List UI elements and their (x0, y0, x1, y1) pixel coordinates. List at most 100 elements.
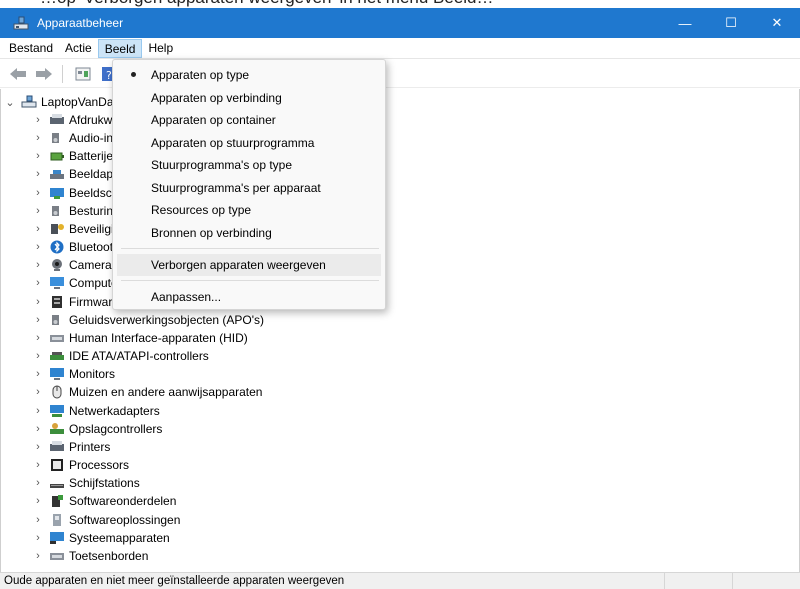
chevron-right-icon[interactable]: › (31, 459, 45, 471)
camera-icon (49, 258, 65, 272)
menu-item-label: Stuurprogramma's op type (151, 158, 293, 172)
tree-node-monitors[interactable]: › Monitors (31, 365, 115, 383)
menu-item-resources-op-type[interactable]: Resources op type (117, 199, 381, 221)
chevron-right-icon[interactable]: › (31, 532, 45, 544)
scanner-icon (49, 167, 65, 181)
tree-node-softwareonderdelen[interactable]: › Softwareonderdelen (31, 492, 176, 510)
chevron-right-icon[interactable]: › (31, 114, 45, 126)
chevron-right-icon[interactable]: › (31, 495, 45, 507)
chevron-right-icon[interactable]: › (31, 514, 45, 526)
chevron-right-icon[interactable]: › (31, 314, 45, 326)
sound-controller-icon (49, 204, 65, 218)
menu-item-label: Aanpassen... (151, 290, 222, 304)
back-icon[interactable] (6, 63, 30, 85)
computer-icon (21, 95, 37, 109)
window-title: Apparaatbeheer (37, 16, 124, 30)
menu-help[interactable]: Help (142, 39, 179, 58)
processor-icon (49, 458, 65, 472)
ide-controller-icon (49, 349, 65, 363)
menu-item-label: Verborgen apparaten weergeven (151, 258, 326, 272)
system-devices-icon (49, 531, 65, 545)
menu-beeld[interactable]: Beeld (97, 38, 143, 58)
menu-item-stuurprogrammas-per-apparaat[interactable]: Stuurprogramma's per apparaat (117, 177, 381, 199)
chevron-right-icon[interactable]: › (31, 132, 45, 144)
tree-node-label: Monitors (69, 367, 116, 382)
monitor-icon (49, 276, 65, 290)
chevron-right-icon[interactable]: › (31, 332, 45, 344)
status-cell (732, 573, 800, 589)
chevron-right-icon[interactable]: › (31, 405, 45, 417)
audio-processing-icon (49, 313, 65, 327)
menu-item-label: Apparaten op stuurprogramma (151, 135, 315, 150)
chevron-down-icon[interactable]: ⌄ (3, 96, 17, 109)
chevron-right-icon[interactable]: › (31, 477, 45, 489)
chevron-right-icon[interactable]: › (31, 241, 45, 253)
tree-node-label: Netwerkadapters (69, 404, 160, 419)
tree-node-cameras[interactable]: › Camera's (31, 256, 120, 274)
monitor-icon (49, 367, 65, 381)
chevron-right-icon[interactable]: › (31, 277, 45, 289)
menu-item-bronnen-op-verbinding[interactable]: Bronnen op verbinding (117, 222, 381, 244)
menu-actie[interactable]: Actie (59, 39, 98, 58)
chevron-right-icon[interactable]: › (31, 205, 45, 217)
chevron-right-icon[interactable]: › (31, 259, 45, 271)
minimize-button[interactable]: — (662, 8, 708, 38)
menu-item-aanpassen[interactable]: Aanpassen... (117, 286, 381, 308)
properties-icon[interactable] (71, 63, 95, 85)
chevron-right-icon[interactable]: › (31, 150, 45, 162)
chevron-right-icon[interactable]: › (31, 386, 45, 398)
chevron-right-icon[interactable]: › (31, 350, 45, 362)
chevron-right-icon[interactable]: › (31, 441, 45, 453)
menu-bar: Bestand Actie Beeld Help (0, 38, 800, 59)
menu-item-apparaten-op-stuurprogramma[interactable]: Apparaten op stuurprogramma (117, 132, 381, 154)
security-key-icon (49, 222, 65, 236)
chevron-right-icon[interactable]: › (31, 368, 45, 380)
menu-item-apparaten-op-verbinding[interactable]: Apparaten op verbinding (117, 87, 381, 109)
tree-node-muizen[interactable]: › Muizen en andere aanwijsapparaten (31, 383, 262, 401)
tree-node-firmware[interactable]: › Firmware (31, 293, 119, 311)
chevron-right-icon[interactable]: › (31, 550, 45, 562)
chevron-right-icon[interactable]: › (31, 187, 45, 199)
tree-node-schijfstations[interactable]: › Schijfstations (31, 474, 140, 492)
tree-node-label: Processors (69, 458, 130, 473)
tree-node-printers[interactable]: › Printers (31, 438, 110, 456)
title-bar: Apparaatbeheer — ☐ ✕ (0, 8, 800, 38)
chevron-right-icon[interactable]: › (31, 296, 45, 308)
menu-item-verborgen-apparaten[interactable]: Verborgen apparaten weergeven (117, 254, 381, 276)
status-text: Oude apparaten en niet meer geïnstalleer… (4, 575, 345, 587)
tree-node-label: Opslagcontrollers (69, 422, 163, 437)
tree-node-netwerkadapters[interactable]: › Netwerkadapters (31, 402, 160, 420)
chevron-right-icon[interactable]: › (31, 223, 45, 235)
menu-bestand[interactable]: Bestand (3, 39, 59, 58)
bluetooth-icon (49, 240, 65, 254)
tree-node-processors[interactable]: › Processors (31, 456, 129, 474)
device-manager-icon (13, 15, 29, 31)
speaker-icon (49, 131, 65, 145)
tree-node-opslagcontrollers[interactable]: › Opslagcontrollers (31, 420, 162, 438)
tree-node-label: Toetsenborden (69, 549, 149, 564)
menu-separator (121, 280, 379, 281)
tree-node-ide[interactable]: › IDE ATA/ATAPI-controllers (31, 347, 209, 365)
chevron-right-icon[interactable]: › (31, 168, 45, 180)
menu-item-label: Stuurprogramma's per apparaat (151, 180, 321, 195)
menu-item-stuurprogrammas-op-type[interactable]: Stuurprogramma's op type (117, 154, 381, 176)
menu-item-apparaten-op-type[interactable]: Apparaten op type (117, 64, 381, 86)
tree-node-apo[interactable]: › Geluidsverwerkingsobjecten (APO's) (31, 311, 264, 329)
tree-node-softwareoplossingen[interactable]: › Softwareoplossingen (31, 511, 180, 529)
disk-drive-icon (49, 476, 65, 490)
status-bar: Oude apparaten en niet meer geïnstalleer… (0, 572, 800, 589)
maximize-button[interactable]: ☐ (708, 8, 754, 38)
tree-node-bluetooth[interactable]: › Bluetooth (31, 238, 120, 256)
tree-node-batterijen[interactable]: › Batterijen (31, 147, 120, 165)
menu-item-label: Resources op type (151, 203, 252, 217)
menu-item-apparaten-op-container[interactable]: Apparaten op container (117, 109, 381, 131)
hid-keyboard-icon (49, 331, 65, 345)
chevron-right-icon[interactable]: › (31, 423, 45, 435)
close-button[interactable]: ✕ (754, 8, 800, 38)
tree-node-computer[interactable]: › Computer (31, 274, 122, 292)
tree-node-toetsenborden[interactable]: › Toetsenborden (31, 547, 148, 565)
tree-node-hid[interactable]: › Human Interface-apparaten (HID) (31, 329, 248, 347)
forward-icon[interactable] (32, 63, 56, 85)
tree-node-systeemapparaten[interactable]: › Systeemapparaten (31, 529, 170, 547)
caption-fragment: …op 'Verborgen apparaten weergeven' in h… (0, 0, 800, 8)
